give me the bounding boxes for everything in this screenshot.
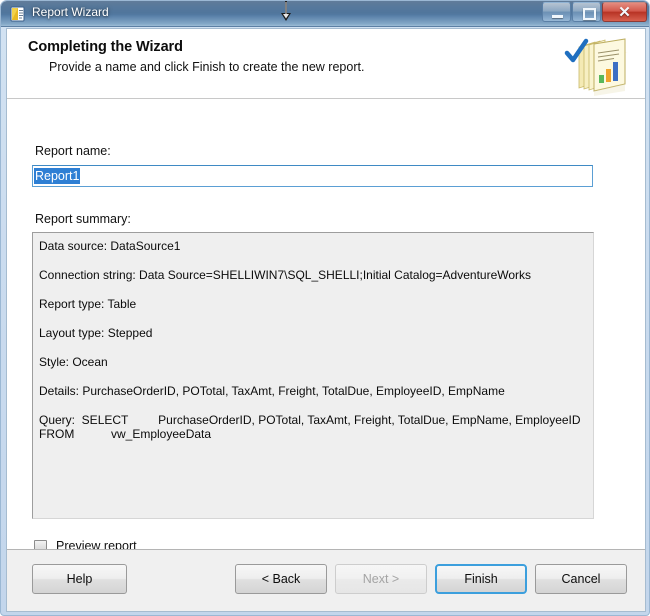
minimize-button[interactable] [542,2,571,22]
wizard-header: Completing the Wizard Provide a name and… [7,29,645,99]
title-bar[interactable]: Report Wizard ✕ [1,1,649,27]
minimize-icon [552,15,563,18]
help-button[interactable]: Help [32,564,127,594]
next-button: Next > [335,564,427,594]
summary-line: Layout type: Stepped [39,326,153,340]
report-summary-box[interactable]: Data source: DataSource1 Connection stri… [32,232,594,519]
finish-button[interactable]: Finish [435,564,527,594]
page-subtitle: Provide a name and click Finish to creat… [49,60,365,74]
close-button[interactable]: ✕ [602,2,647,22]
back-button[interactable]: < Back [235,564,327,594]
maximize-icon [583,8,596,20]
window-controls: ✕ [542,2,647,22]
resize-cursor-icon [281,1,291,21]
close-icon: ✕ [618,4,631,21]
report-name-input[interactable] [32,165,593,187]
report-wizard-icon [10,6,25,22]
maximize-button[interactable] [572,2,601,22]
report-stack-with-checkmark-icon [564,38,631,96]
summary-line: Report type: Table [39,297,137,311]
report-summary-label: Report summary: [35,212,131,226]
summary-line: Data source: DataSource1 [39,239,181,253]
summary-query-line: Query: SELECT PurchaseOrderID, POTotal, … [39,413,581,441]
summary-line: Connection string: Data Source=SHELLIWIN… [39,268,532,282]
wizard-footer: Help < Back Next > Finish Cancel [7,549,645,611]
summary-line: Style: Ocean [39,355,108,369]
report-wizard-window: Report Wizard ✕ Completing the Wizard Pr… [0,0,650,616]
summary-line: Details: PurchaseOrderID, POTotal, TaxAm… [39,384,505,398]
cancel-button[interactable]: Cancel [535,564,627,594]
report-name-label: Report name: [35,144,111,158]
window-title: Report Wizard [32,5,109,19]
window-client-area: Completing the Wizard Provide a name and… [6,28,646,612]
page-title: Completing the Wizard [28,39,183,55]
wizard-body: Report name: Report1 Report summary: Dat… [7,99,645,553]
